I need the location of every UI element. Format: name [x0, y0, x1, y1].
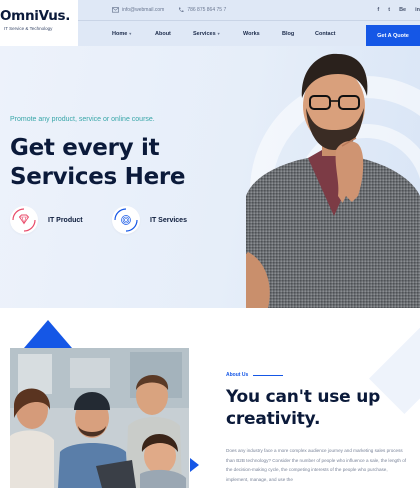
- email-contact[interactable]: info@webmail.com: [112, 7, 164, 13]
- nav-services[interactable]: Services ▾: [193, 31, 220, 37]
- hero-man-photo: [246, 53, 420, 308]
- about-label-line: [253, 374, 284, 376]
- logo[interactable]: OmniVus. IT Service & Technology: [0, 0, 78, 46]
- logo-title: OmniVus.: [0, 8, 71, 24]
- nav-contact[interactable]: Contact: [315, 31, 335, 37]
- decorative-arrow: [190, 458, 199, 472]
- phone-contact[interactable]: 786 875 864 75 7: [178, 7, 226, 13]
- hero-title-line-2: Services Here: [10, 164, 186, 190]
- hero-promo-text: Promote any product, service or online c…: [10, 116, 155, 123]
- nav-contact-label: Contact: [315, 31, 336, 37]
- nav-services-label: Services: [193, 31, 216, 37]
- about-title-line-1: You can't use up: [226, 387, 381, 407]
- feature-it-services[interactable]: IT Services: [112, 206, 187, 234]
- team-photo: [10, 348, 189, 488]
- logo-tagline: IT Service & Technology: [4, 26, 53, 31]
- linkedin-icon[interactable]: in: [415, 7, 420, 13]
- feature-it-product-label: IT Product: [48, 216, 83, 224]
- about-section: About Us You can't use up creativity. Do…: [0, 308, 420, 488]
- about-title: You can't use up creativity.: [226, 386, 380, 430]
- social-links: f t Be in: [377, 4, 420, 16]
- hero-title: Get every it Services Here: [10, 134, 186, 192]
- mail-icon: [112, 7, 119, 13]
- phone-icon: [179, 7, 184, 13]
- contact-bar: info@webmail.com 786 875 864 75 7: [112, 4, 226, 16]
- feature-it-product[interactable]: IT Product: [10, 206, 83, 234]
- behance-icon[interactable]: Be: [399, 7, 406, 13]
- chevron-down-icon: ▾: [129, 31, 132, 36]
- nav-works-label: Works: [243, 31, 260, 37]
- about-label: About Us: [226, 372, 284, 378]
- get-quote-button[interactable]: Get A Quote: [366, 25, 420, 46]
- about-paragraph: Does any industry face a more complex au…: [226, 448, 407, 482]
- phone-text: 786 875 864 75 7: [187, 7, 227, 13]
- nav-home[interactable]: Home ▾: [112, 31, 131, 37]
- fingerprint-icon: [112, 206, 140, 234]
- nav-blog-label: Blog: [282, 31, 295, 37]
- feature-it-services-label: IT Services: [150, 216, 187, 224]
- header-divider: [78, 20, 420, 21]
- email-text: info@webmail.com: [122, 7, 165, 13]
- chevron-down-icon: ▾: [217, 31, 220, 36]
- decorative-triangle: [24, 320, 72, 348]
- twitter-icon[interactable]: t: [388, 7, 390, 13]
- facebook-icon[interactable]: f: [377, 7, 379, 13]
- hero-section: Promote any product, service or online c…: [0, 46, 420, 308]
- about-title-line-2: creativity.: [226, 409, 321, 429]
- nav-works[interactable]: Works: [243, 31, 260, 37]
- hero-title-line-1: Get every it: [10, 135, 160, 161]
- nav-about[interactable]: About: [155, 31, 171, 37]
- about-label-text: About Us: [226, 372, 249, 378]
- nav-blog[interactable]: Blog: [282, 31, 294, 37]
- diamond-icon: [10, 206, 38, 234]
- nav-about-label: About: [155, 31, 171, 37]
- nav-home-label: Home: [112, 31, 128, 37]
